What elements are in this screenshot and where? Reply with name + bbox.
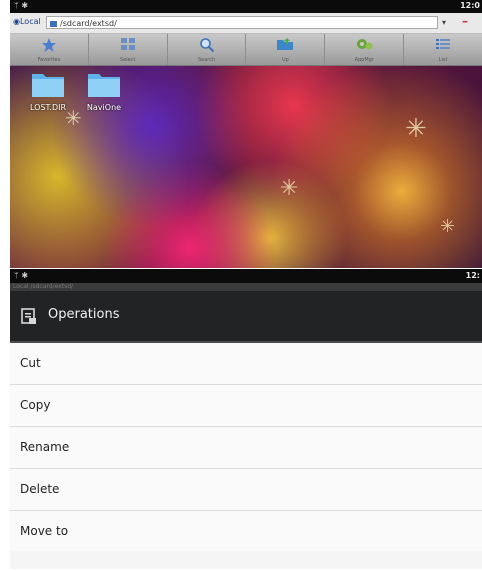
menu-item-delete[interactable]: Delete xyxy=(10,469,482,511)
appmgr-button[interactable]: AppMgr xyxy=(325,34,405,65)
list-label: List xyxy=(438,57,448,63)
menu-item-move-to[interactable]: Move to xyxy=(10,511,482,553)
toolbar: Favorites Select Search Up AppMgr List xyxy=(10,34,482,66)
status-bar: ᛘ ✱ 12: xyxy=(10,269,482,283)
search-button[interactable]: Search xyxy=(168,34,247,65)
local-root-label: Local xyxy=(19,17,41,26)
snowflake-icon: ✳ xyxy=(280,176,299,201)
up-button[interactable]: Up xyxy=(246,34,326,65)
wallpaper: ✳ ✳ ✳ ✳ LOST.DIR NaviOne xyxy=(10,66,482,268)
star-icon xyxy=(41,38,56,52)
status-icons: ᛘ ✱ xyxy=(14,1,29,10)
list-icon xyxy=(436,39,451,49)
operations-dialog-screen: ᛘ ✱ 12: Local /sdcard/extsd/ Operations … xyxy=(10,269,482,569)
status-time: 12: xyxy=(465,271,480,280)
chevron-down-icon[interactable]: ▾ xyxy=(442,18,446,27)
local-root-button[interactable]: ◉Local xyxy=(13,17,41,26)
list-button[interactable]: List xyxy=(404,34,482,65)
menu-item-label: Move to xyxy=(20,524,69,538)
clipboard-icon xyxy=(21,308,36,324)
folder-name: LOST.DIR xyxy=(29,103,67,112)
select-button[interactable]: Select xyxy=(89,34,168,65)
menu-item-rename[interactable]: Rename xyxy=(10,427,482,469)
grid-icon xyxy=(120,38,135,50)
minus-icon[interactable]: – xyxy=(462,14,468,28)
path-text: /sdcard/extsd/ xyxy=(60,19,117,28)
path-field[interactable]: /sdcard/extsd/ xyxy=(46,16,438,29)
status-bar: ᛘ ✱ 12:0 xyxy=(10,0,482,13)
folder-item-navione[interactable]: NaviOne xyxy=(78,70,130,112)
status-time: 12:0 xyxy=(460,1,480,10)
favorites-label: Favorites xyxy=(37,57,61,63)
folder-up-icon xyxy=(277,38,294,50)
address-bar: ◉Local /sdcard/extsd/ ▾ – xyxy=(10,13,482,34)
menu-item-cut[interactable]: Cut xyxy=(10,343,482,385)
magnifier-icon xyxy=(199,38,214,53)
menu-item-label: Copy xyxy=(20,398,51,412)
menu-item-label: Cut xyxy=(20,356,41,370)
folder-icon xyxy=(88,74,120,97)
menu-bottom-edge xyxy=(10,551,482,569)
gears-icon xyxy=(357,39,373,50)
folder-item-lost-dir[interactable]: LOST.DIR xyxy=(22,70,74,112)
appmgr-label: AppMgr xyxy=(354,57,374,63)
menu-item-label: Delete xyxy=(20,482,60,496)
up-label: Up xyxy=(281,57,289,63)
menu-item-copy[interactable]: Copy xyxy=(10,385,482,427)
file-manager-screen: ᛘ ✱ 12:0 ◉Local /sdcard/extsd/ ▾ – Favor… xyxy=(10,0,482,268)
dialog-title: Operations xyxy=(48,307,120,322)
folder-icon xyxy=(32,74,64,97)
menu-item-label: Rename xyxy=(20,440,70,454)
operations-menu: Cut Copy Rename Delete Move to xyxy=(10,343,482,553)
search-label: Search xyxy=(197,57,216,63)
dimmed-address-bar: Local /sdcard/extsd/ xyxy=(10,283,482,291)
dialog-header: Operations xyxy=(10,291,482,343)
snowflake-icon: ✳ xyxy=(440,216,456,237)
select-label: Select xyxy=(120,57,136,63)
favorites-button[interactable]: Favorites xyxy=(10,34,89,65)
folder-icon xyxy=(50,21,57,27)
snowflake-icon: ✳ xyxy=(405,114,427,144)
status-icons: ᛘ ✱ xyxy=(14,271,29,280)
folder-name: NaviOne xyxy=(86,103,122,112)
